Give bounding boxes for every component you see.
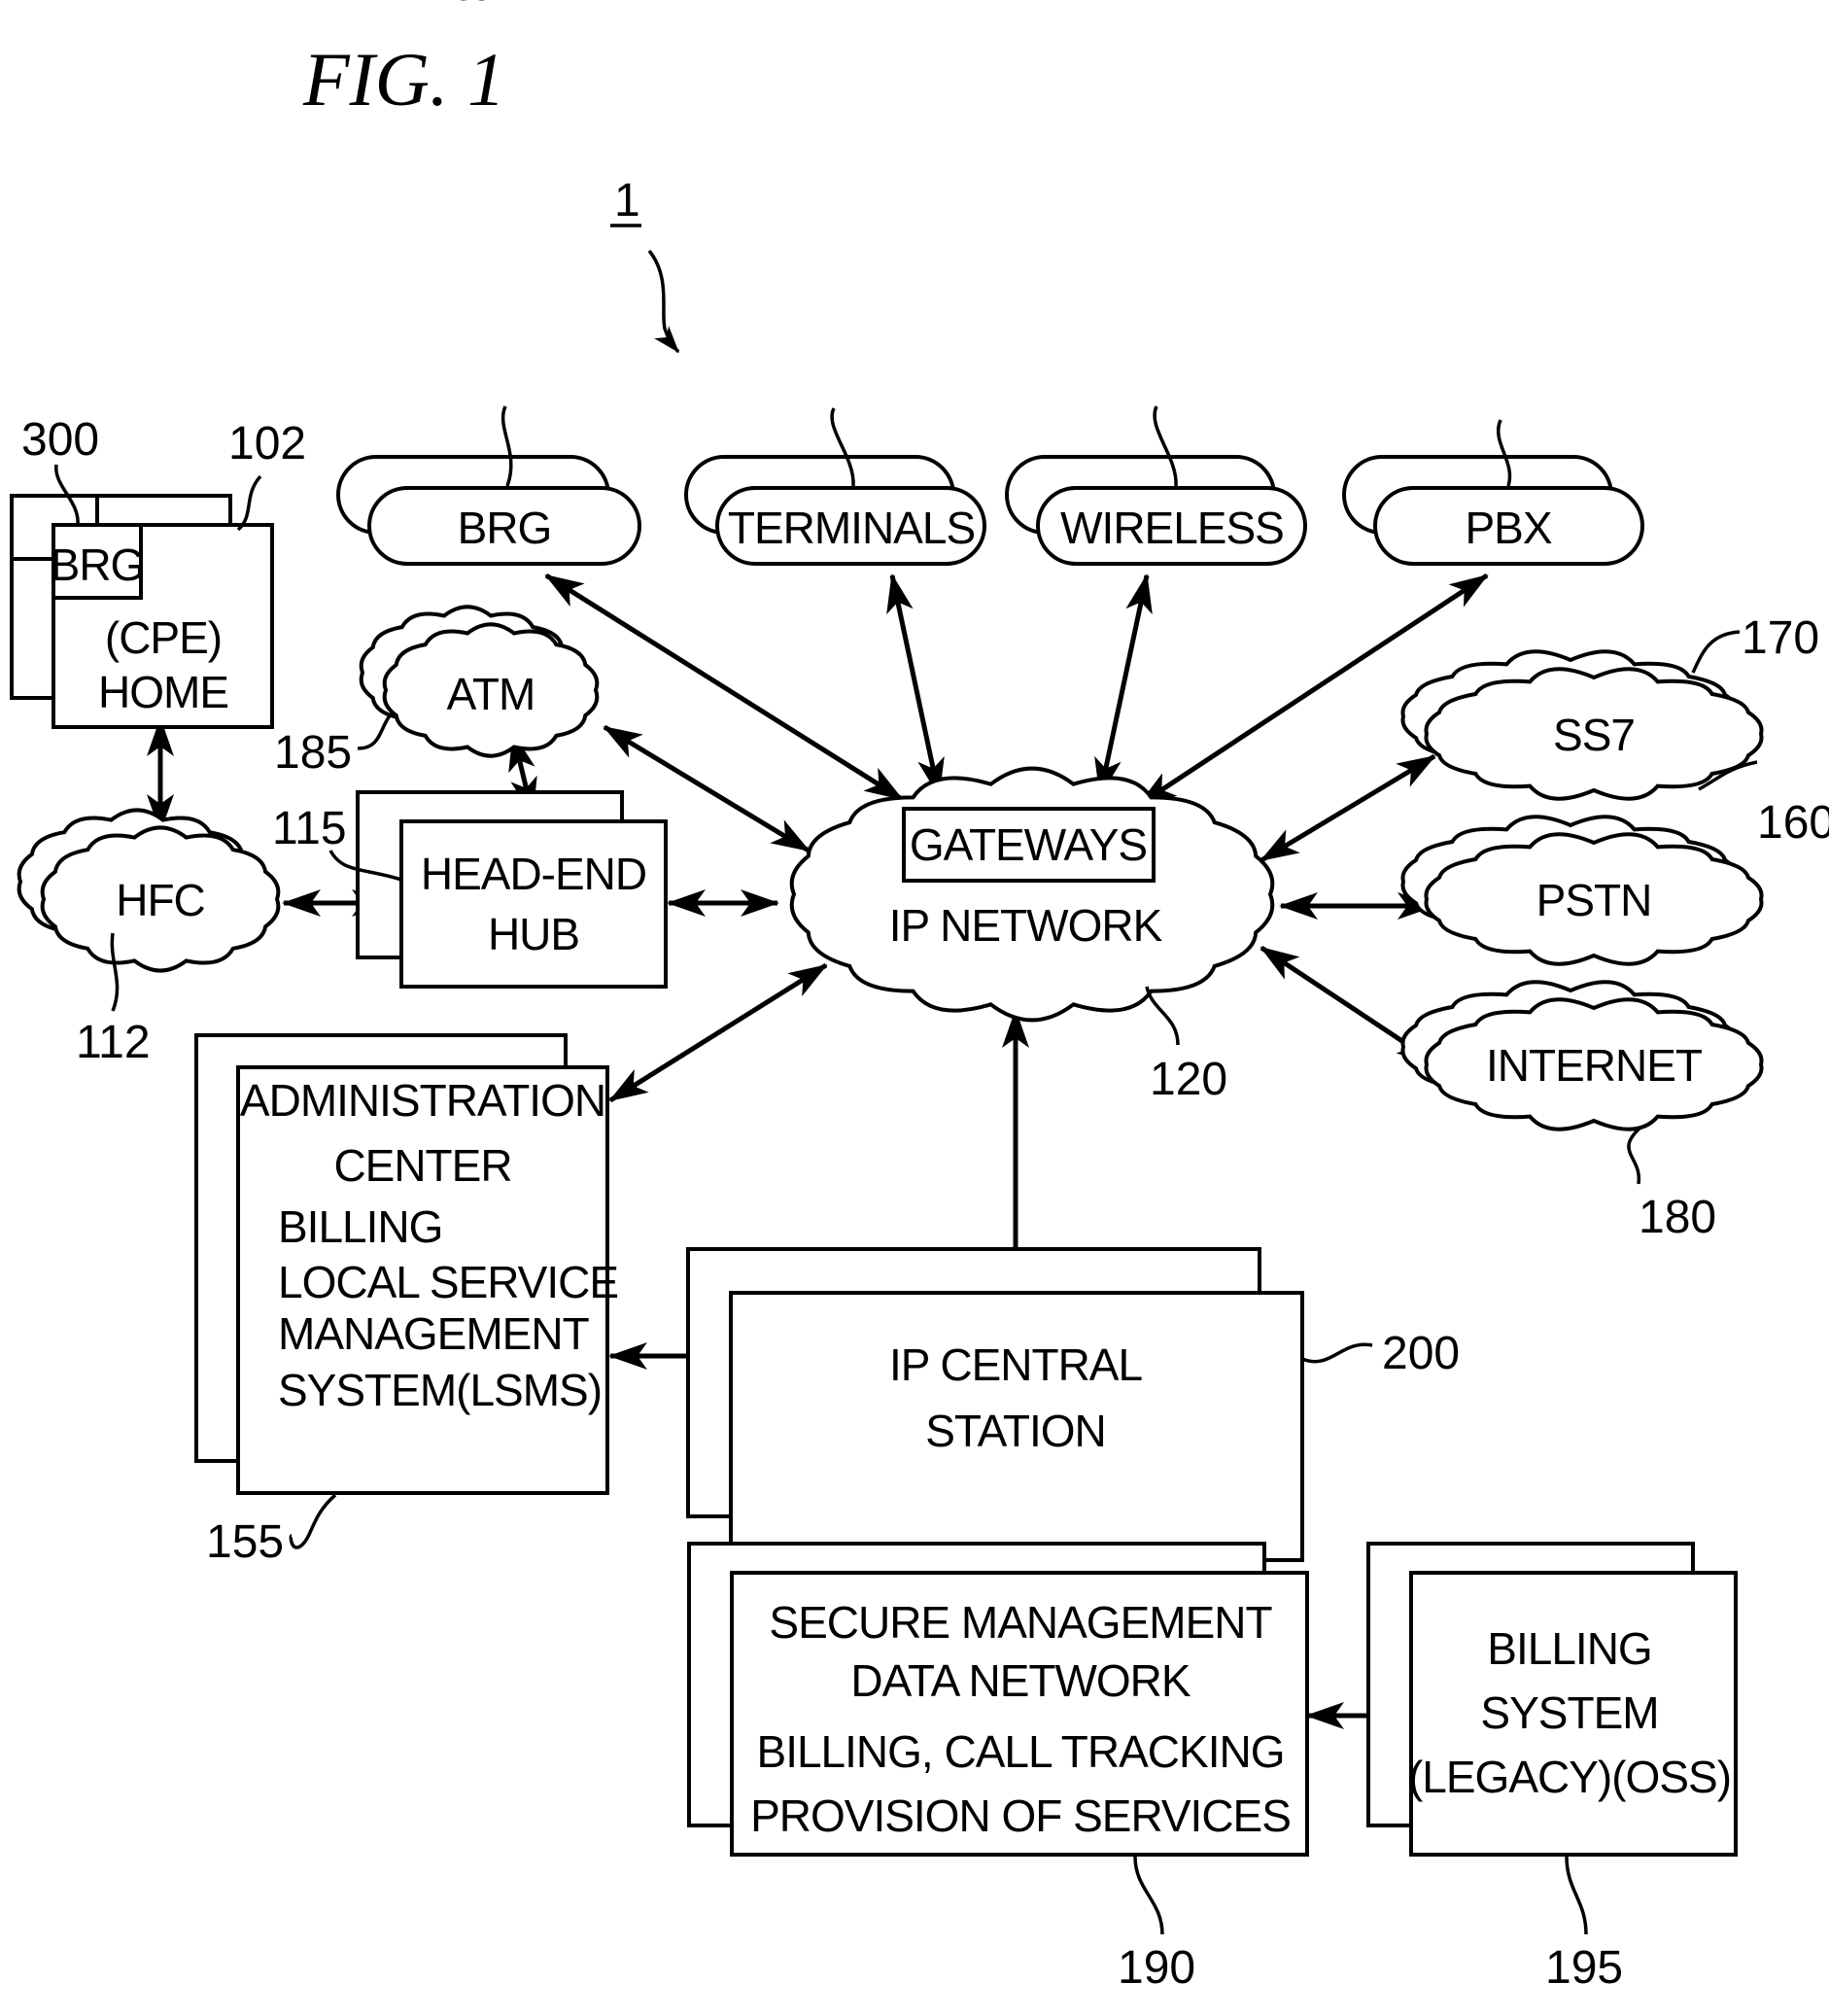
pbx-pill-node[interactable]: PBX (1342, 455, 1644, 566)
figure-title: FIG. 1 (302, 37, 505, 122)
ip-central-station-ref-leader (1301, 1342, 1373, 1364)
head-end-hub-node[interactable]: HEAD-END HUB (356, 790, 668, 989)
administration-center-node[interactable]: ADMINISTRATION CENTER BILLINGLOCAL SERVICE… (194, 1033, 619, 1495)
hfc-ref-number: 112 (76, 1017, 151, 1068)
hfc-cloud-node[interactable]: HFC (17, 808, 281, 973)
system-ref-arrow (647, 249, 680, 354)
brg-pill-node[interactable]: BRG (336, 455, 641, 566)
ip-network-cloud-node-shape (789, 766, 1275, 1023)
atm-label-line: ATM (447, 669, 535, 719)
pbx-ref-number: 146 (416, 0, 494, 11)
head-end-hub-node-shape (399, 819, 668, 989)
wireless-label-line: WIRELESS (1060, 503, 1284, 553)
pstn-cloud-node[interactable]: PSTN (1400, 815, 1764, 966)
nodes-layer: BRG (CPE)HOME 300 102 HFC 112 ATM 185 HEAD-END HU… (10, 0, 1829, 1994)
system-ref-label: 1 (614, 175, 640, 226)
secure-management-network-node[interactable]: SECURE MANAGEMENT DATA NETWORK BILLING, CA… (687, 1542, 1309, 1857)
cpe-home-ref-number: 102 (228, 418, 306, 469)
ip-central-station-label-line: IP CENTRAL (889, 1339, 1143, 1390)
cpe-brg-label: BRG (51, 539, 145, 590)
ss7-ref-number: 170 (1742, 612, 1819, 664)
wireless-pill-node[interactable]: WIRELESS (1005, 455, 1307, 566)
billing-system-ref-leader (1565, 1856, 1588, 1935)
pbx-label-line: PBX (1465, 503, 1551, 553)
internet-ref-leader (1627, 1126, 1642, 1185)
admin-center-ref-number: 155 (206, 1516, 284, 1568)
connection-wireless-ipnetwork (1094, 574, 1153, 797)
ip-central-station-ref-number: 200 (1382, 1328, 1460, 1379)
connection-ipnetwork-ss7 (1260, 753, 1436, 863)
atm-ref-number: 185 (274, 727, 352, 779)
billing-system-node[interactable]: BILLING SYSTEM (LEGACY)(OSS) (1366, 1542, 1738, 1857)
cpe-brg-ref-number: 300 (21, 414, 99, 466)
admin-center-label-line: SYSTEM(LSMS) (278, 1365, 602, 1415)
ip-network-cloud-node[interactable]: GATEWAYS IP NETWORK (789, 766, 1275, 1023)
secure-mgmt-network-label-line: SECURE MANAGEMENT (769, 1597, 1272, 1648)
admin-center-label-line: BILLING (278, 1201, 442, 1252)
ip-central-station-label-line: STATION (925, 1406, 1106, 1456)
ss7-cloud-node[interactable]: SS7 (1400, 649, 1764, 801)
secure-mgmt-network-label-line: BILLING, CALL TRACKING (757, 1726, 1285, 1777)
ip-central-station-node[interactable]: IP CENTRAL STATION (686, 1247, 1304, 1562)
admin-center-label-line: MANAGEMENT (278, 1308, 590, 1359)
pstn-ref-number: 160 (1757, 797, 1829, 849)
head-end-hub-ref-number: 115 (272, 803, 347, 854)
ip-network-ref-leader (1145, 986, 1180, 1046)
cpe-home-node[interactable]: BRG (CPE)HOME (10, 494, 274, 729)
pstn-label-line: PSTN (1536, 875, 1652, 925)
internet-ref-number: 180 (1639, 1192, 1716, 1243)
network-architecture-diagram: FIG. 1 1 BRG(CPE)HOME300 102HFC112ATM185H… (10, 0, 1829, 1994)
billing-system-label-line: (LEGACY)(OSS) (1408, 1752, 1731, 1802)
head-end-hub-label-line: HUB (488, 909, 579, 959)
ss7-label-line: SS7 (1553, 710, 1635, 760)
secure-mgmt-network-ref-leader (1133, 1856, 1164, 1935)
admin-center-label-line: LOCAL SERVICE (278, 1257, 618, 1307)
admin-center-label-line: CENTER (333, 1140, 511, 1191)
atm-cloud-node[interactable]: ATM (359, 605, 600, 758)
admin-center-ref-leader (289, 1493, 337, 1549)
connection-terminals-ipnetwork (886, 574, 945, 797)
cpe-home-label-line: (CPE) (105, 612, 222, 663)
ip-network-ref-number: 120 (1150, 1054, 1227, 1105)
secure-mgmt-network-ref-number: 190 (1118, 1942, 1195, 1994)
connection-brg-ipnetwork (544, 573, 904, 802)
billing-system-label-line: SYSTEM (1480, 1687, 1658, 1738)
billing-system-label-line: BILLING (1487, 1623, 1651, 1674)
cpe-home-label-line: HOME (98, 667, 228, 717)
secure-mgmt-network-label-line: DATA NETWORK (850, 1655, 1191, 1706)
ss7-ref-leader (1691, 630, 1741, 674)
internet-label-line: INTERNET (1486, 1040, 1703, 1091)
brg-label-line: BRG (458, 503, 552, 553)
terminals-pill-node[interactable]: TERMINALS (684, 455, 986, 566)
head-end-hub-label-line: HEAD-END (421, 849, 646, 899)
admin-center-label-line: ADMINISTRATION (240, 1075, 605, 1126)
terminals-label-line: TERMINALS (728, 503, 975, 553)
secure-mgmt-network-label-line: PROVISION OF SERVICES (750, 1790, 1291, 1841)
cpe-home-ref-leader (236, 474, 262, 532)
ip-network-label-line: IP NETWORK (889, 900, 1163, 951)
gateways-label: GATEWAYS (910, 819, 1147, 870)
internet-cloud-node[interactable]: INTERNET (1400, 980, 1764, 1131)
atm-ref-leader (357, 713, 393, 750)
billing-system-ref-number: 195 (1545, 1942, 1623, 1994)
hfc-label-line: HFC (116, 875, 205, 925)
